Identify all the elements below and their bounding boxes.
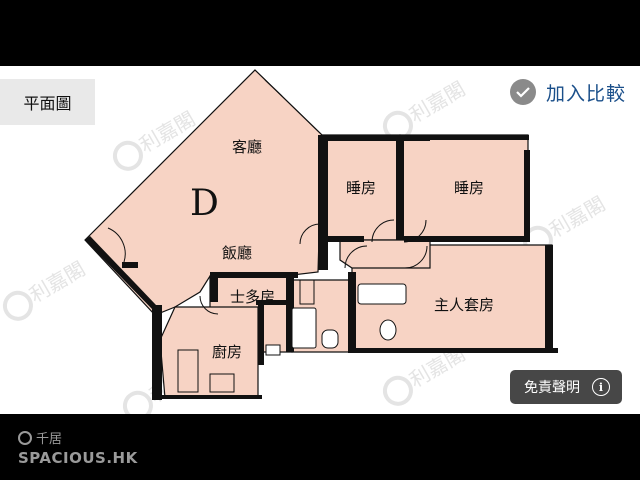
brand-mark-icon [18, 430, 32, 445]
room-label-kitchen: 廚房 [212, 343, 242, 361]
page-title: 平面圖 [23, 94, 72, 113]
room-label-living: 客廳 [232, 138, 262, 156]
floorplan-title-chip: 平面圖 [0, 79, 95, 125]
add-to-compare-button[interactable]: 加入比較 [509, 72, 626, 112]
floorplan-viewer[interactable]: 利嘉閣 利嘉閣 利嘉閣 利嘉閣 利嘉閣 利嘉閣 [0, 66, 640, 414]
brand-cn: 千居 [36, 432, 63, 447]
watermark-text: 利嘉閣 [405, 77, 469, 128]
unit-letter: D [190, 183, 219, 224]
check-circle-icon [509, 79, 536, 105]
disclaimer-label: 免責聲明 [524, 380, 580, 396]
floorplan-drawing: 利嘉閣 利嘉閣 利嘉閣 利嘉閣 利嘉閣 利嘉閣 [2, 69, 609, 414]
watermark-text: 利嘉閣 [545, 192, 609, 243]
room-label-master: 主人套房 [434, 296, 494, 314]
add-to-compare-label: 加入比較 [545, 82, 626, 105]
brand-en: SPACIOUS.HK [18, 449, 138, 467]
room-label-bedroom-1: 睡房 [346, 179, 376, 197]
disclaimer-button[interactable]: 免責聲明 i [510, 370, 622, 404]
room-label-store: 士多房 [230, 288, 275, 306]
watermark-text: 利嘉閣 [25, 257, 89, 308]
watermark-logo: 利嘉閣 [2, 257, 89, 321]
watermark-logo: 利嘉閣 [382, 77, 469, 141]
info-icon: i [592, 378, 610, 396]
brand-logo: 千居 SPACIOUS.HK [18, 428, 138, 467]
room-label-dining: 飯廳 [222, 244, 252, 262]
room-label-bedroom-2: 睡房 [454, 179, 484, 197]
